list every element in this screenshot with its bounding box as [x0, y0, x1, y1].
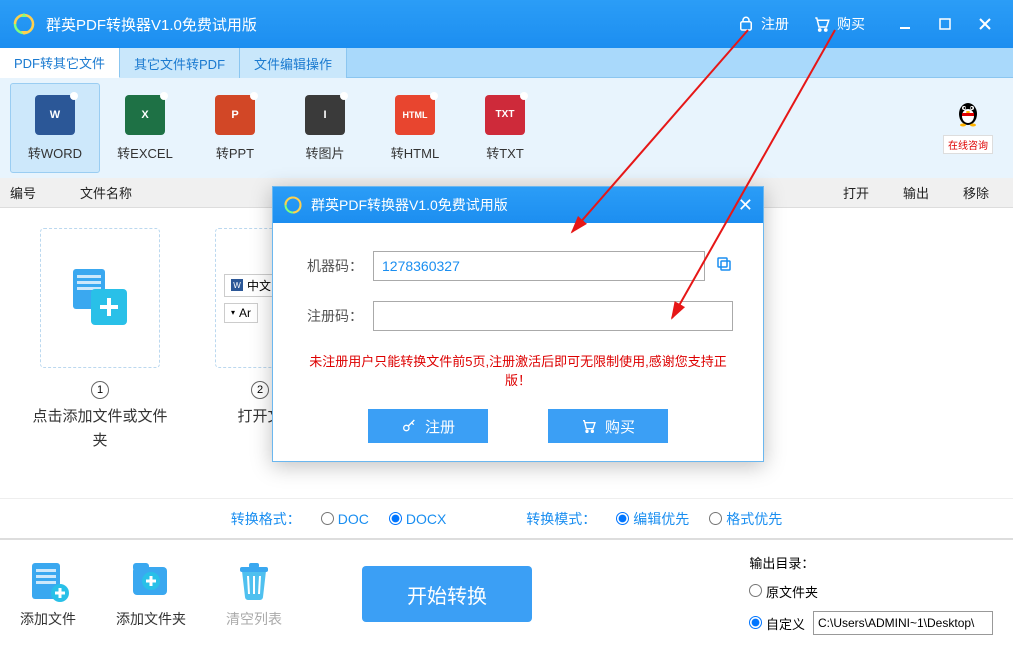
tab-file-edit[interactable]: 文件编辑操作	[240, 48, 347, 78]
app-title: 群英PDF转换器V1.0免费试用版	[46, 14, 737, 35]
dialog-titlebar: 群英PDF转换器V1.0免费试用版 ✕	[273, 187, 763, 223]
add-folder-icon	[129, 559, 173, 603]
reg-code-label: 注册码：	[303, 306, 363, 326]
radio-format-priority[interactable]: 格式优先	[709, 509, 782, 529]
format-label: 转换格式：	[231, 509, 301, 529]
cart-icon	[581, 418, 597, 434]
output-section: 输出目录： 原文件夹 自定义	[749, 553, 993, 635]
word-icon: W	[35, 95, 75, 135]
titlebar-register-button[interactable]: 注册	[737, 14, 789, 34]
dialog-buy-button[interactable]: 购买	[548, 409, 668, 443]
minimize-button[interactable]	[889, 8, 921, 40]
dialog-title: 群英PDF转换器V1.0免费试用版	[311, 195, 508, 215]
step-1-badge: 1	[91, 381, 109, 399]
col-id: 编号	[0, 183, 70, 202]
tool-excel[interactable]: X转EXCEL	[100, 83, 190, 173]
register-dialog: 群英PDF转换器V1.0免费试用版 ✕ 机器码： 注册码： 未注册用户只能转换文…	[272, 186, 764, 462]
qq-consult-label: 在线咨询	[943, 135, 993, 154]
radio-orig-folder[interactable]: 原文件夹	[749, 582, 818, 601]
step-1-label: 点击添加文件或文件夹	[30, 405, 170, 453]
reg-code-input[interactable]	[373, 301, 733, 331]
mode-label: 转换模式：	[526, 509, 596, 529]
tab-other-to-pdf[interactable]: 其它文件转PDF	[120, 48, 240, 78]
col-open: 打开	[833, 183, 893, 202]
excel-icon: X	[125, 95, 165, 135]
radio-edit-priority[interactable]: 编辑优先	[616, 509, 689, 529]
tool-ppt[interactable]: P转PPT	[190, 83, 280, 173]
start-convert-button[interactable]: 开始转换	[362, 566, 532, 622]
radio-doc[interactable]: DOC	[321, 511, 369, 527]
image-icon: I	[305, 95, 345, 135]
add-file-illustration-icon	[65, 263, 135, 333]
add-file-icon	[26, 559, 70, 603]
register-icon	[737, 15, 755, 33]
dialog-logo-icon	[283, 195, 303, 215]
preview-font-chip: ▾Ar	[224, 303, 258, 323]
cart-icon	[813, 15, 831, 33]
app-logo-icon	[12, 12, 36, 36]
clear-list-button[interactable]: 清空列表	[226, 559, 282, 629]
trash-icon	[232, 559, 276, 603]
step-2-badge: 2	[251, 381, 269, 399]
maximize-button[interactable]	[929, 8, 961, 40]
toolbar: W转WORD X转EXCEL P转PPT I转图片 HTML转HTML TXT转…	[0, 78, 1013, 178]
tool-html[interactable]: HTML转HTML	[370, 83, 460, 173]
tab-bar: PDF转其它文件 其它文件转PDF 文件编辑操作	[0, 48, 1013, 78]
preview-file-chip: W中文	[224, 274, 278, 297]
tab-pdf-to-other[interactable]: PDF转其它文件	[0, 48, 120, 78]
close-button[interactable]	[969, 8, 1001, 40]
titlebar-buy-button[interactable]: 购买	[813, 14, 865, 34]
placeholder-add[interactable]: 1 点击添加文件或文件夹	[30, 228, 170, 478]
txt-icon: TXT	[485, 95, 525, 135]
options-row: 转换格式： DOC DOCX 转换模式： 编辑优先 格式优先	[0, 498, 1013, 538]
bottom-bar: 添加文件 添加文件夹 清空列表 开始转换 输出目录： 原文件夹 自定义	[0, 538, 1013, 648]
ppt-icon: P	[215, 95, 255, 135]
dialog-close-button[interactable]: ✕	[738, 195, 753, 216]
radio-custom-folder[interactable]: 自定义	[749, 614, 805, 633]
machine-code-input[interactable]	[373, 251, 705, 281]
qq-consult-button[interactable]: 在线咨询	[943, 96, 993, 154]
html-icon: HTML	[395, 95, 435, 135]
copy-icon[interactable]	[715, 255, 733, 278]
dialog-note: 未注册用户只能转换文件前5页,注册激活后即可无限制使用,感谢您支持正版！	[303, 351, 733, 389]
add-file-button[interactable]: 添加文件	[20, 559, 76, 629]
key-icon	[401, 418, 417, 434]
col-output: 输出	[893, 183, 953, 202]
machine-code-label: 机器码：	[303, 256, 363, 276]
dialog-register-button[interactable]: 注册	[368, 409, 488, 443]
tool-txt[interactable]: TXT转TXT	[460, 83, 550, 173]
titlebar: 群英PDF转换器V1.0免费试用版 注册 购买	[0, 0, 1013, 48]
tool-word[interactable]: W转WORD	[10, 83, 100, 173]
output-path-input[interactable]	[813, 611, 993, 635]
output-label: 输出目录：	[749, 553, 993, 572]
radio-docx[interactable]: DOCX	[389, 511, 446, 527]
tool-image[interactable]: I转图片	[280, 83, 370, 173]
qq-penguin-icon	[952, 96, 984, 128]
add-folder-button[interactable]: 添加文件夹	[116, 559, 186, 629]
col-remove: 移除	[953, 183, 1013, 202]
